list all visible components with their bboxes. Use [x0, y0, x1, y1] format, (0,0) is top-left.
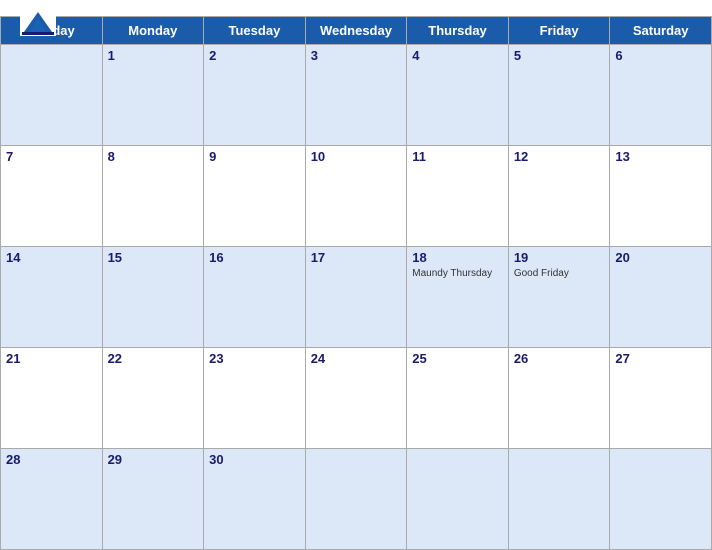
weekday-header-saturday: Saturday — [610, 17, 712, 45]
calendar-cell: 29 — [102, 449, 204, 550]
calendar-cell: 11 — [407, 146, 509, 247]
calendar-cell: 4 — [407, 45, 509, 146]
calendar-cell — [508, 449, 610, 550]
calendar-cell: 7 — [1, 146, 103, 247]
day-number: 27 — [615, 351, 706, 366]
weekday-header-tuesday: Tuesday — [204, 17, 306, 45]
calendar-cell: 6 — [610, 45, 712, 146]
calendar-cell — [407, 449, 509, 550]
calendar-cell: 13 — [610, 146, 712, 247]
calendar-cell — [305, 449, 407, 550]
calendar-cell: 25 — [407, 348, 509, 449]
logo — [20, 8, 56, 36]
weekday-header-row: SundayMondayTuesdayWednesdayThursdayFrid… — [1, 17, 712, 45]
day-number: 12 — [514, 149, 605, 164]
calendar-cell: 2 — [204, 45, 306, 146]
day-number: 7 — [6, 149, 97, 164]
calendar-cell: 24 — [305, 348, 407, 449]
weekday-header-wednesday: Wednesday — [305, 17, 407, 45]
week-row-4: 21 22 23 24 25 26 27 — [1, 348, 712, 449]
day-number: 16 — [209, 250, 300, 265]
calendar-cell: 20 — [610, 247, 712, 348]
weekday-header-monday: Monday — [102, 17, 204, 45]
day-number: 3 — [311, 48, 402, 63]
calendar-cell: 18 Maundy Thursday — [407, 247, 509, 348]
calendar-table: SundayMondayTuesdayWednesdayThursdayFrid… — [0, 16, 712, 550]
calendar-cell: 27 — [610, 348, 712, 449]
day-number: 11 — [412, 149, 503, 164]
day-number: 5 — [514, 48, 605, 63]
calendar-cell: 19 Good Friday — [508, 247, 610, 348]
calendar-cell — [1, 45, 103, 146]
day-number: 19 — [514, 250, 605, 265]
calendar-cell: 16 — [204, 247, 306, 348]
calendar-cell: 9 — [204, 146, 306, 247]
calendar-cell: 26 — [508, 348, 610, 449]
day-number: 29 — [108, 452, 199, 467]
day-number: 26 — [514, 351, 605, 366]
week-row-1: 123456 — [1, 45, 712, 146]
calendar-cell: 23 — [204, 348, 306, 449]
calendar-cell: 30 — [204, 449, 306, 550]
week-row-3: 14 15 16 17 18 Maundy Thursday 19 Good Friday 20 — [1, 247, 712, 348]
calendar-cell: 15 — [102, 247, 204, 348]
day-number: 18 — [412, 250, 503, 265]
calendar-cell: 1 — [102, 45, 204, 146]
day-number: 30 — [209, 452, 300, 467]
calendar-cell: 8 — [102, 146, 204, 247]
calendar-cell: 3 — [305, 45, 407, 146]
calendar-cell — [610, 449, 712, 550]
holiday-label: Good Friday — [514, 267, 605, 280]
day-number: 8 — [108, 149, 199, 164]
day-number: 20 — [615, 250, 706, 265]
holiday-label: Maundy Thursday — [412, 267, 503, 280]
day-number: 15 — [108, 250, 199, 265]
calendar-cell: 21 — [1, 348, 103, 449]
day-number: 25 — [412, 351, 503, 366]
day-number: 4 — [412, 48, 503, 63]
day-number: 17 — [311, 250, 402, 265]
weekday-header-friday: Friday — [508, 17, 610, 45]
header — [0, 0, 712, 16]
calendar-page: SundayMondayTuesdayWednesdayThursdayFrid… — [0, 0, 712, 550]
weekday-header-thursday: Thursday — [407, 17, 509, 45]
day-number: 22 — [108, 351, 199, 366]
day-number: 10 — [311, 149, 402, 164]
calendar-cell: 22 — [102, 348, 204, 449]
day-number: 9 — [209, 149, 300, 164]
week-row-2: 789 10 11 12 13 — [1, 146, 712, 247]
week-row-5: 28 29 30 — [1, 449, 712, 550]
calendar-cell: 14 — [1, 247, 103, 348]
calendar-cell: 12 — [508, 146, 610, 247]
day-number: 28 — [6, 452, 97, 467]
calendar-cell: 28 — [1, 449, 103, 550]
calendar-cell: 10 — [305, 146, 407, 247]
calendar-cell: 5 — [508, 45, 610, 146]
day-number: 1 — [108, 48, 199, 63]
day-number: 6 — [615, 48, 706, 63]
day-number: 24 — [311, 351, 402, 366]
day-number: 21 — [6, 351, 97, 366]
calendar-cell: 17 — [305, 247, 407, 348]
day-number: 2 — [209, 48, 300, 63]
day-number: 23 — [209, 351, 300, 366]
day-number: 14 — [6, 250, 97, 265]
day-number: 13 — [615, 149, 706, 164]
